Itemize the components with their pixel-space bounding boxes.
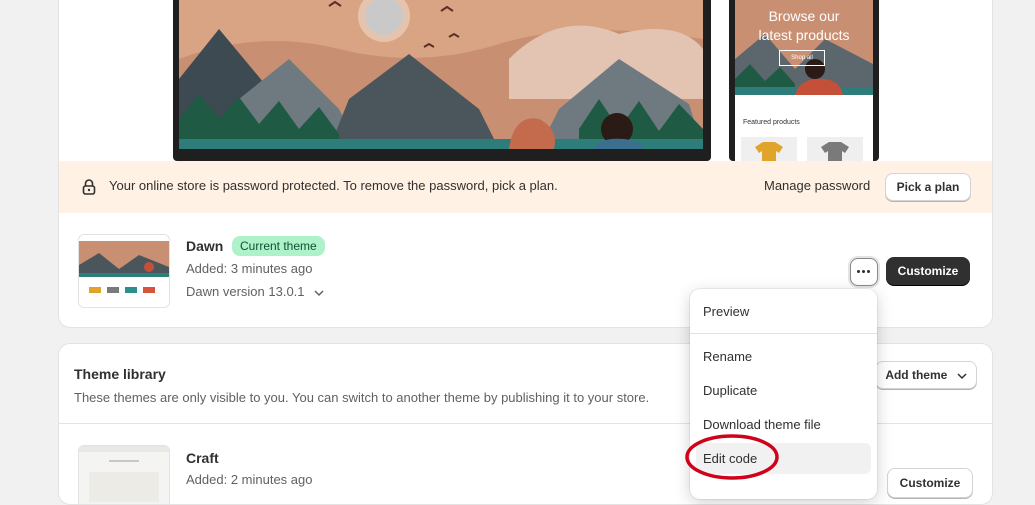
desktop-preview-image — [179, 0, 703, 149]
chevron-down-icon — [957, 373, 967, 379]
password-banner: Your online store is password protected.… — [59, 161, 992, 213]
customize-dawn-button[interactable]: Customize — [886, 257, 970, 285]
dawn-thumbnail-image — [79, 235, 169, 307]
menu-item-preview[interactable]: Preview — [696, 297, 871, 327]
menu-item-download-theme-file[interactable]: Download theme file — [696, 410, 871, 440]
password-banner-text: Your online store is password protected.… — [109, 178, 558, 193]
more-actions-button[interactable] — [850, 258, 878, 286]
landscape-illustration — [179, 0, 703, 149]
dawn-theme-thumbnail — [78, 234, 170, 308]
pick-plan-button[interactable]: Pick a plan — [885, 173, 971, 201]
more-dot-icon — [862, 270, 865, 273]
mobile-preview-screen: Browse our latest products Shop all Feat… — [735, 0, 873, 161]
add-theme-label: Add theme — [885, 368, 948, 382]
craft-added-time: Added: 2 minutes ago — [186, 472, 313, 487]
dawn-version-selector[interactable]: Dawn version 13.0.1 — [186, 284, 324, 299]
dawn-theme-name: Dawn — [186, 238, 224, 254]
mobile-featured-label: Featured products — [743, 119, 800, 126]
customize-craft-button[interactable]: Customize — [887, 468, 973, 498]
more-dot-icon — [867, 270, 870, 273]
mobile-headline-line2: latest products — [758, 27, 850, 43]
mobile-preview: Browse our latest products Shop all Feat… — [729, 0, 879, 161]
manage-password-link[interactable]: Manage password — [764, 178, 870, 193]
current-theme-card: Browse our latest products Shop all Feat… — [58, 0, 993, 328]
theme-actions-menu: Preview Rename Duplicate Download theme … — [690, 289, 877, 499]
mobile-product-card — [807, 137, 863, 161]
menu-item-edit-code[interactable]: Edit code — [696, 443, 871, 474]
menu-item-duplicate[interactable]: Duplicate — [696, 376, 871, 406]
menu-divider — [690, 333, 877, 334]
theme-library-title: Theme library — [74, 366, 166, 382]
menu-item-rename[interactable]: Rename — [696, 342, 871, 372]
add-theme-button[interactable]: Add theme — [875, 361, 977, 389]
more-dot-icon — [857, 270, 860, 273]
mobile-product-card — [741, 137, 797, 161]
lock-icon — [82, 179, 96, 195]
chevron-down-icon — [314, 290, 324, 296]
craft-thumbnail-image — [79, 446, 169, 504]
mobile-headline: Browse our latest products — [735, 7, 873, 45]
tshirt-icon — [755, 142, 783, 161]
current-theme-badge: Current theme — [232, 236, 325, 256]
craft-theme-name: Craft — [186, 450, 219, 466]
theme-library-description: These themes are only visible to you. Yo… — [74, 390, 650, 405]
mobile-shop-button: Shop all — [779, 50, 825, 66]
tshirt-icon — [821, 142, 849, 161]
mobile-hero: Browse our latest products Shop all — [735, 0, 873, 95]
dawn-added-time: Added: 3 minutes ago — [186, 261, 313, 276]
dawn-version-label: Dawn version 13.0.1 — [186, 284, 305, 299]
mobile-headline-line1: Browse our — [768, 8, 840, 24]
craft-theme-thumbnail — [78, 445, 170, 504]
desktop-preview — [173, 0, 711, 161]
